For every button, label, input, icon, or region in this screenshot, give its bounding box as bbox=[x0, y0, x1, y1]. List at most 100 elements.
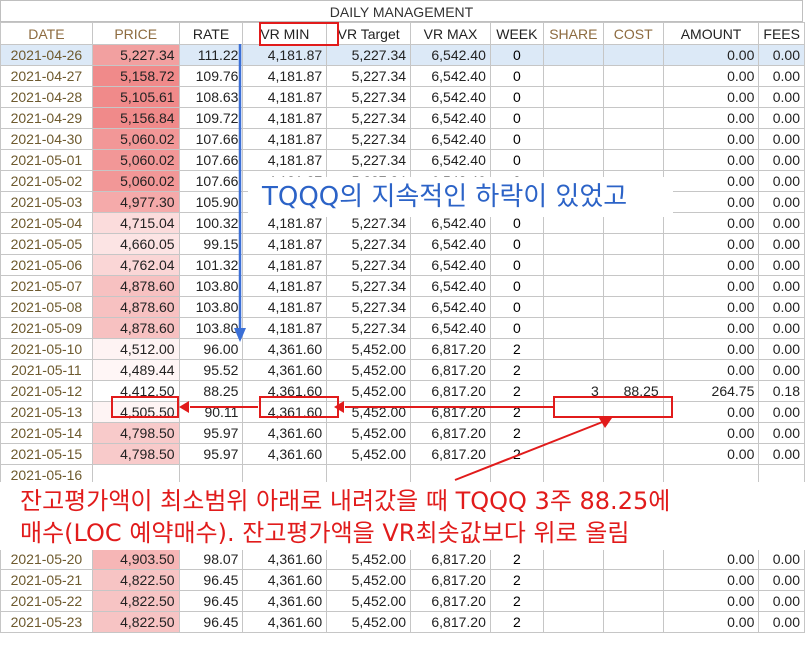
cell-share[interactable] bbox=[542, 44, 604, 66]
cell-fees[interactable]: 0.00 bbox=[758, 233, 805, 255]
table-row[interactable]: 2021-05-23 4,822.50 96.45 4,361.60 5,452.00 6… bbox=[0, 611, 805, 633]
cell-week[interactable]: 0 bbox=[489, 233, 544, 255]
cell-cost[interactable] bbox=[602, 443, 664, 465]
cell-price[interactable]: 5,060.02 bbox=[91, 170, 180, 192]
cell-vr-target[interactable]: 5,452.00 bbox=[326, 422, 412, 444]
cell-date[interactable]: 2021-04-30 bbox=[0, 128, 93, 150]
cell-rate[interactable]: 111.22 bbox=[178, 44, 244, 66]
cell-date[interactable]: 2021-05-21 bbox=[0, 569, 93, 591]
cell-vr-target[interactable]: 5,227.34 bbox=[326, 107, 412, 129]
cell-fees[interactable]: 0.00 bbox=[758, 359, 805, 381]
table-row[interactable]: 2021-04-27 5,158.72 109.76 4,181.87 5,227.34… bbox=[0, 65, 805, 87]
cell-amount[interactable]: 0.00 bbox=[662, 191, 760, 213]
cell-date[interactable]: 2021-05-03 bbox=[0, 191, 93, 213]
cell-amount[interactable]: 0.00 bbox=[662, 128, 760, 150]
cell-amount[interactable]: 0.00 bbox=[662, 359, 760, 381]
cell-vr-min[interactable]: 4,181.87 bbox=[242, 107, 328, 129]
cell-amount[interactable]: 0.00 bbox=[662, 443, 760, 465]
col-header-share[interactable]: SHARE bbox=[542, 22, 604, 45]
cell-vr-max[interactable]: 6,817.20 bbox=[410, 443, 491, 465]
cell-fees[interactable]: 0.00 bbox=[758, 149, 805, 171]
cell-vr-target[interactable]: 5,452.00 bbox=[326, 611, 412, 633]
cell-cost[interactable] bbox=[602, 296, 664, 318]
cell-rate[interactable]: 96.45 bbox=[178, 611, 244, 633]
table-row[interactable]: 2021-05-08 4,878.60 103.80 4,181.87 5,227.34… bbox=[0, 296, 805, 318]
cell-cost[interactable] bbox=[602, 317, 664, 339]
cell-amount[interactable]: 0.00 bbox=[662, 338, 760, 360]
cell-price[interactable]: 5,060.02 bbox=[91, 128, 180, 150]
cell-share[interactable] bbox=[542, 359, 604, 381]
cell-cost[interactable] bbox=[602, 590, 664, 612]
cell-week[interactable]: 0 bbox=[489, 296, 544, 318]
cell-amount[interactable]: 0.00 bbox=[662, 590, 760, 612]
cell-vr-max[interactable]: 6,817.20 bbox=[410, 338, 491, 360]
cell-rate[interactable]: 90.11 bbox=[178, 401, 244, 423]
cell-vr-min[interactable]: 4,181.87 bbox=[242, 233, 328, 255]
cell-fees[interactable]: 0.00 bbox=[758, 611, 805, 633]
cell-amount[interactable]: 0.00 bbox=[662, 233, 760, 255]
table-row[interactable]: 2021-05-10 4,512.00 96.00 4,361.60 5,452.00 6… bbox=[0, 338, 805, 360]
cell-vr-min[interactable]: 4,181.87 bbox=[242, 65, 328, 87]
cell-cost[interactable] bbox=[602, 128, 664, 150]
cell-vr-max[interactable]: 6,542.40 bbox=[410, 44, 491, 66]
col-header-vr-max[interactable]: VR MAX bbox=[410, 22, 491, 45]
cell-share[interactable] bbox=[542, 233, 604, 255]
cell-amount[interactable]: 0.00 bbox=[662, 170, 760, 192]
cell-fees[interactable]: 0.00 bbox=[758, 44, 805, 66]
cell-vr-target[interactable]: 5,452.00 bbox=[326, 548, 412, 570]
table-row[interactable]: 2021-04-28 5,105.61 108.63 4,181.87 5,227.34… bbox=[0, 86, 805, 108]
cell-share[interactable] bbox=[542, 548, 604, 570]
cell-price[interactable]: 4,762.04 bbox=[91, 254, 180, 276]
cell-vr-target[interactable]: 5,227.34 bbox=[326, 86, 412, 108]
cell-vr-max[interactable]: 6,542.40 bbox=[410, 233, 491, 255]
cell-rate[interactable]: 107.66 bbox=[178, 149, 244, 171]
cell-rate[interactable]: 109.76 bbox=[178, 65, 244, 87]
cell-share[interactable] bbox=[542, 149, 604, 171]
cell-price[interactable]: 5,156.84 bbox=[91, 107, 180, 129]
cell-price[interactable]: 4,798.50 bbox=[91, 443, 180, 465]
table-row[interactable]: 2021-05-07 4,878.60 103.80 4,181.87 5,227.34… bbox=[0, 275, 805, 297]
cell-date[interactable]: 2021-05-05 bbox=[0, 233, 93, 255]
cell-date[interactable]: 2021-05-01 bbox=[0, 149, 93, 171]
cell-amount[interactable]: 0.00 bbox=[662, 212, 760, 234]
cell-fees[interactable]: 0.00 bbox=[758, 86, 805, 108]
cell-price[interactable]: 5,158.72 bbox=[91, 65, 180, 87]
cell-amount[interactable]: 0.00 bbox=[662, 422, 760, 444]
cell-vr-max[interactable]: 6,817.20 bbox=[410, 422, 491, 444]
cell-price[interactable]: 5,060.02 bbox=[91, 149, 180, 171]
cell-vr-min[interactable]: 4,181.87 bbox=[242, 317, 328, 339]
cell-week[interactable]: 0 bbox=[489, 275, 544, 297]
cell-amount[interactable]: 0.00 bbox=[662, 401, 760, 423]
cell-week[interactable]: 2 bbox=[489, 401, 544, 423]
cell-rate[interactable]: 107.66 bbox=[178, 170, 244, 192]
cell-vr-max[interactable]: 6,817.20 bbox=[410, 548, 491, 570]
cell-date[interactable]: 2021-05-13 bbox=[0, 401, 93, 423]
cell-date[interactable]: 2021-05-12 bbox=[0, 380, 93, 402]
cell-rate[interactable]: 108.63 bbox=[178, 86, 244, 108]
cell-cost[interactable] bbox=[602, 149, 664, 171]
cell-vr-min[interactable]: 4,181.87 bbox=[242, 149, 328, 171]
cell-share[interactable] bbox=[542, 275, 604, 297]
cell-rate[interactable]: 98.07 bbox=[178, 548, 244, 570]
cell-share[interactable] bbox=[542, 107, 604, 129]
cell-price[interactable]: 4,878.60 bbox=[91, 275, 180, 297]
cell-cost[interactable] bbox=[602, 107, 664, 129]
cell-rate[interactable]: 109.72 bbox=[178, 107, 244, 129]
cell-share[interactable] bbox=[542, 422, 604, 444]
cell-week[interactable]: 2 bbox=[489, 569, 544, 591]
cell-rate[interactable]: 95.52 bbox=[178, 359, 244, 381]
col-header-vr-target[interactable]: VR Target bbox=[326, 22, 412, 45]
cell-share[interactable] bbox=[542, 254, 604, 276]
col-header-rate[interactable]: RATE bbox=[178, 22, 244, 45]
cell-rate[interactable]: 101.32 bbox=[178, 254, 244, 276]
cell-share[interactable] bbox=[542, 569, 604, 591]
cell-week[interactable]: 0 bbox=[489, 65, 544, 87]
cell-rate[interactable]: 96.45 bbox=[178, 569, 244, 591]
cell-cost[interactable] bbox=[602, 338, 664, 360]
cell-cost[interactable] bbox=[602, 569, 664, 591]
cell-fees[interactable]: 0.00 bbox=[758, 317, 805, 339]
cell-vr-max[interactable]: 6,817.20 bbox=[410, 380, 491, 402]
cell-vr-min[interactable]: 4,181.87 bbox=[242, 275, 328, 297]
cell-vr-target[interactable]: 5,452.00 bbox=[326, 443, 412, 465]
cell-vr-max[interactable]: 6,542.40 bbox=[410, 317, 491, 339]
